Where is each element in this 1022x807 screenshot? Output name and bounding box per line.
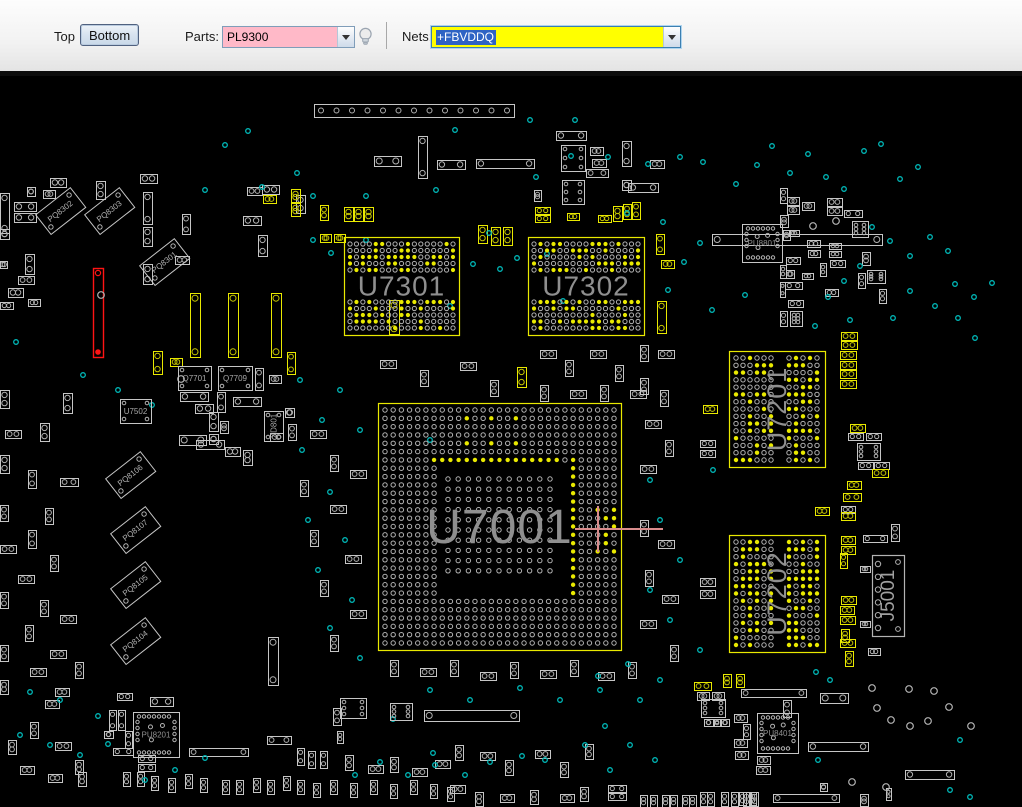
nets-combobox[interactable]: +FBVDDQ xyxy=(431,26,681,48)
highlight-bulb-icon[interactable] xyxy=(356,26,375,46)
parts-combobox[interactable]: PL9300 xyxy=(222,26,355,48)
svg-text:U7202: U7202 xyxy=(762,551,792,636)
svg-text:U7001: U7001 xyxy=(426,501,572,554)
svg-text:XD801: XD801 xyxy=(270,413,279,438)
svg-text:U7302: U7302 xyxy=(542,271,630,302)
board-canvas[interactable]: PU8201 PU8801 PU8401 PQ8302 PQ8303 PQ8301 PQ81… xyxy=(0,0,1022,807)
svg-text:PU8801: PU8801 xyxy=(748,239,777,248)
top-side-button[interactable]: Top xyxy=(54,29,75,44)
parts-combo-dropdown-button[interactable] xyxy=(337,27,354,47)
dropdown-arrow-icon xyxy=(668,34,676,40)
svg-text:PU8201: PU8201 xyxy=(142,731,171,740)
parts-combo-value[interactable]: PL9300 xyxy=(223,27,337,47)
parts-label: Parts: xyxy=(185,29,219,44)
svg-text:U7201: U7201 xyxy=(762,367,792,452)
toolbar-separator xyxy=(386,22,387,49)
nets-combo-dropdown-button[interactable] xyxy=(663,27,680,47)
nets-combo-field[interactable]: +FBVDDQ xyxy=(432,27,663,47)
svg-text:J5001: J5001 xyxy=(878,570,899,622)
toolbar: Top Bottom Parts: PL9300 Nets: +FBVDDQ xyxy=(0,0,1022,76)
svg-text:Q7701: Q7701 xyxy=(182,374,207,383)
nets-combo-value[interactable]: +FBVDDQ xyxy=(436,30,497,45)
boardview-app: { "toolbar": { "top_label": "Top", "bott… xyxy=(0,0,1022,807)
nets-label: Nets: xyxy=(402,29,433,44)
svg-text:Q7709: Q7709 xyxy=(223,374,248,383)
pcb-render[interactable]: PU8201PU8801PU8401PQ8302 PQ8303PQ8301PQ81… xyxy=(0,0,1022,807)
svg-text:U7301: U7301 xyxy=(358,271,446,302)
svg-text:PU8401: PU8401 xyxy=(763,729,792,738)
bottom-side-button[interactable]: Bottom xyxy=(80,24,140,46)
svg-text:U7502: U7502 xyxy=(124,407,148,416)
dropdown-arrow-icon xyxy=(342,34,350,40)
